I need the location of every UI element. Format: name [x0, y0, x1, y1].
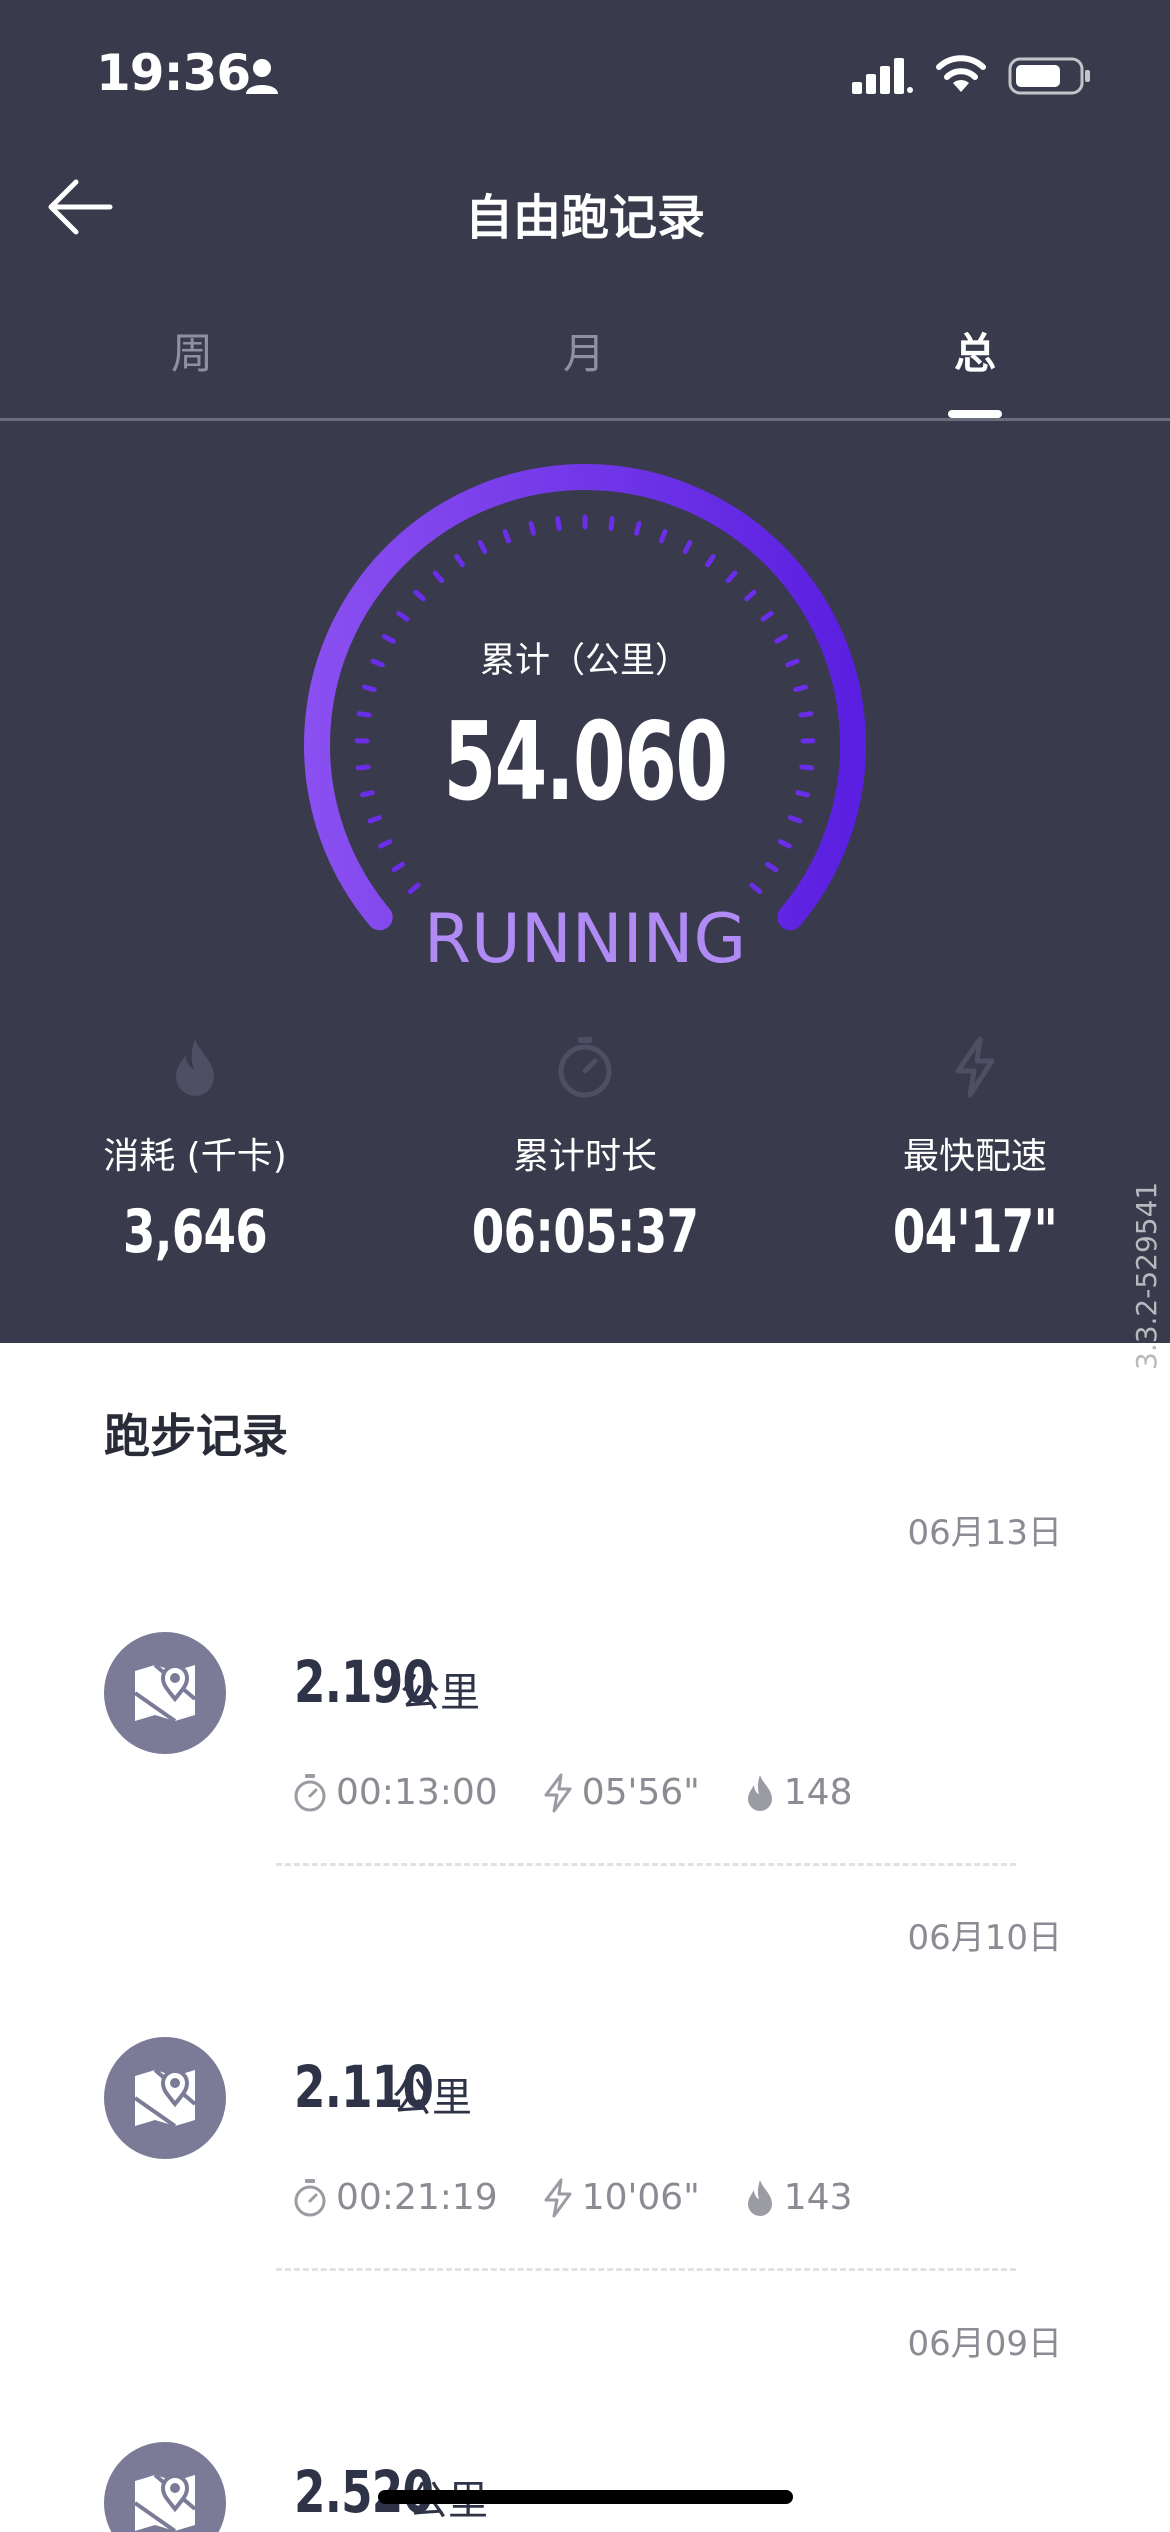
gauge-tick	[362, 684, 377, 693]
tab-active-indicator	[948, 410, 1002, 418]
stat-calories-value: 3,646	[122, 1197, 268, 1267]
map-pin-icon	[133, 1663, 197, 1723]
gauge-tick	[391, 861, 405, 873]
record-divider	[276, 2268, 1016, 2271]
lightning-icon	[544, 2178, 572, 2217]
gauge-tick	[396, 610, 410, 622]
record-duration-value: 00:21:19	[336, 2177, 498, 2218]
record-duration: 00:21:19	[292, 2177, 498, 2218]
status-bar: 19:36	[0, 0, 1170, 150]
gauge-tick	[407, 882, 421, 895]
flame-icon	[747, 2179, 772, 2216]
stopwatch-icon	[294, 2178, 326, 2216]
record-date: 06月10日	[907, 1918, 1062, 1958]
record-unit: 公里	[400, 1670, 480, 1716]
tab-bar: 周 月 总	[0, 310, 1170, 420]
record-map-avatar[interactable]	[104, 2037, 226, 2159]
map-pin-icon	[133, 2473, 197, 2532]
lightning-icon	[544, 1773, 572, 1812]
gauge-tick	[760, 610, 774, 622]
record-map-avatar[interactable]	[104, 2442, 226, 2532]
gauge-tick	[378, 839, 393, 849]
tab-week[interactable]: 周	[92, 320, 292, 381]
gauge-tick	[432, 570, 445, 584]
status-time: 19:36	[96, 44, 251, 102]
home-indicator	[378, 2490, 793, 2504]
gauge-tick	[793, 684, 808, 693]
record-unit: 公里	[392, 2075, 472, 2121]
person-icon	[246, 59, 278, 94]
signal-icon	[852, 58, 913, 94]
gauge-tick	[413, 589, 426, 602]
gauge-tick	[777, 839, 792, 849]
record-calories-value: 143	[783, 2177, 853, 2218]
record-divider	[276, 1863, 1016, 1866]
gauge-tick	[749, 882, 763, 895]
stat-calories: 消耗 (千卡) 3,646	[0, 1035, 390, 1267]
total-distance-label: 累计（公里）	[479, 641, 690, 681]
record-map-avatar[interactable]	[104, 1632, 226, 1754]
stat-duration-label: 累计时长	[512, 1136, 657, 1177]
record-date: 06月13日	[907, 1513, 1062, 1553]
flame-icon	[747, 1774, 772, 1811]
version-label: 3.3.2-529541	[1130, 1181, 1163, 1370]
gauge-tick	[705, 553, 716, 568]
stat-pace-value: 04'17"	[892, 1197, 1058, 1267]
tabs-divider	[0, 418, 1170, 421]
stopwatch-icon	[294, 1773, 326, 1811]
gauge-tick	[608, 516, 615, 532]
stat-duration: 累计时长 06:05:37	[390, 1035, 780, 1267]
total-distance-value: 54.060	[443, 700, 728, 825]
lightning-icon	[955, 1036, 995, 1098]
records-title: 跑步记录	[104, 1409, 288, 1463]
gauge-tick	[528, 520, 536, 536]
running-badge: RUNNING	[423, 900, 747, 979]
gauge-tick	[682, 540, 693, 554]
gauge-tick	[725, 570, 738, 584]
gauge-tick	[658, 528, 668, 544]
record-pace-value: 05'56"	[581, 1772, 700, 1813]
battery-icon	[1008, 57, 1090, 95]
flame-icon	[176, 1039, 214, 1096]
record-pace: 05'56"	[542, 1772, 700, 1813]
record-duration-value: 00:13:00	[336, 1772, 498, 1813]
wifi-icon	[936, 55, 986, 92]
tab-month[interactable]: 月	[484, 320, 684, 381]
page-title: 自由跑记录	[464, 190, 705, 246]
record-duration: 00:13:00	[292, 1772, 498, 1813]
record-meta: 00:13:00 05'56" 148	[292, 1772, 896, 1813]
gauge-tick	[477, 540, 488, 554]
record-meta: 00:21:19 10'06" 143	[292, 2177, 896, 2218]
gauge-tick	[634, 520, 642, 536]
record-date: 06月09日	[907, 2324, 1062, 2364]
gauge-tick	[555, 516, 562, 532]
stat-duration-value: 06:05:37	[471, 1197, 699, 1267]
stat-calories-label: 消耗 (千卡)	[103, 1136, 287, 1177]
gauge-tick	[454, 553, 465, 568]
stat-pace: 最快配速 04'17"	[780, 1035, 1170, 1267]
stat-pace-label: 最快配速	[902, 1136, 1047, 1177]
gauge-tick	[765, 861, 779, 873]
map-pin-icon	[133, 2068, 197, 2128]
stopwatch-icon	[558, 1037, 612, 1098]
record-pace-value: 10'06"	[581, 2177, 700, 2218]
record-calories: 148	[744, 1772, 853, 1813]
gauge-tick	[502, 528, 512, 544]
record-calories: 143	[744, 2177, 853, 2218]
tab-total[interactable]: 总	[875, 320, 1075, 381]
gauge-arc	[304, 464, 866, 931]
record-calories-value: 148	[783, 1772, 853, 1813]
record-pace: 10'06"	[542, 2177, 700, 2218]
gauge-tick	[744, 589, 757, 602]
